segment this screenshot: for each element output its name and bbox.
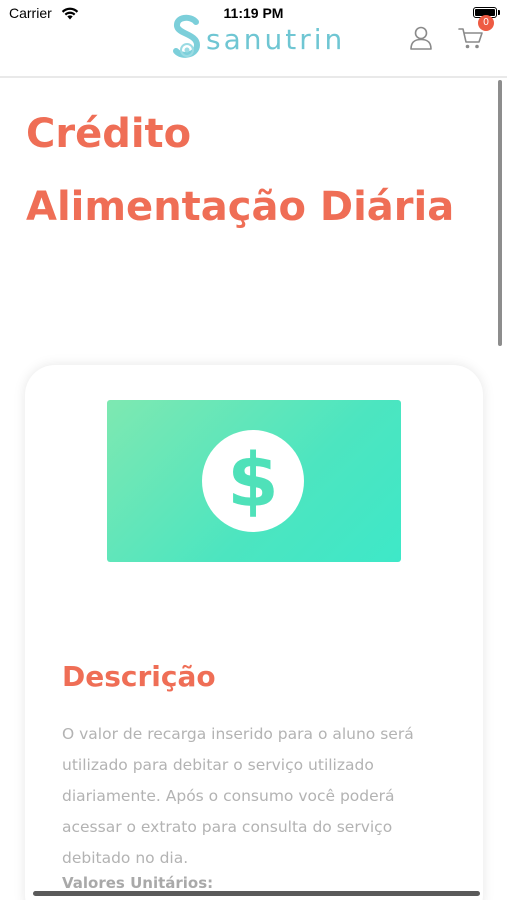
user-account-button[interactable] xyxy=(408,25,434,51)
scroll-indicator[interactable] xyxy=(498,80,502,346)
brand-logo[interactable]: sanutrin xyxy=(172,14,346,64)
unit-values-label: Valores Unitários: xyxy=(62,874,214,892)
description-text: O valor de recarga inserido para o aluno… xyxy=(62,725,414,867)
product-image: $ xyxy=(107,400,401,562)
cart-count-badge: 0 xyxy=(478,15,494,31)
brand-name: sanutrin xyxy=(206,22,346,56)
dollar-circle-icon: $ xyxy=(202,430,304,532)
user-icon xyxy=(408,26,434,55)
page-title: Crédito Alimentação Diária xyxy=(26,111,455,230)
shopping-cart-icon xyxy=(457,28,485,56)
dollar-sign: $ xyxy=(227,438,279,524)
app-header: sanutrin 0 xyxy=(0,0,507,78)
home-indicator[interactable] xyxy=(33,891,480,896)
sanutrin-s-logo-icon xyxy=(172,14,202,64)
description-heading: Descrição xyxy=(62,660,216,693)
product-card: $ Descrição O valor de recarga inserido … xyxy=(25,365,483,900)
